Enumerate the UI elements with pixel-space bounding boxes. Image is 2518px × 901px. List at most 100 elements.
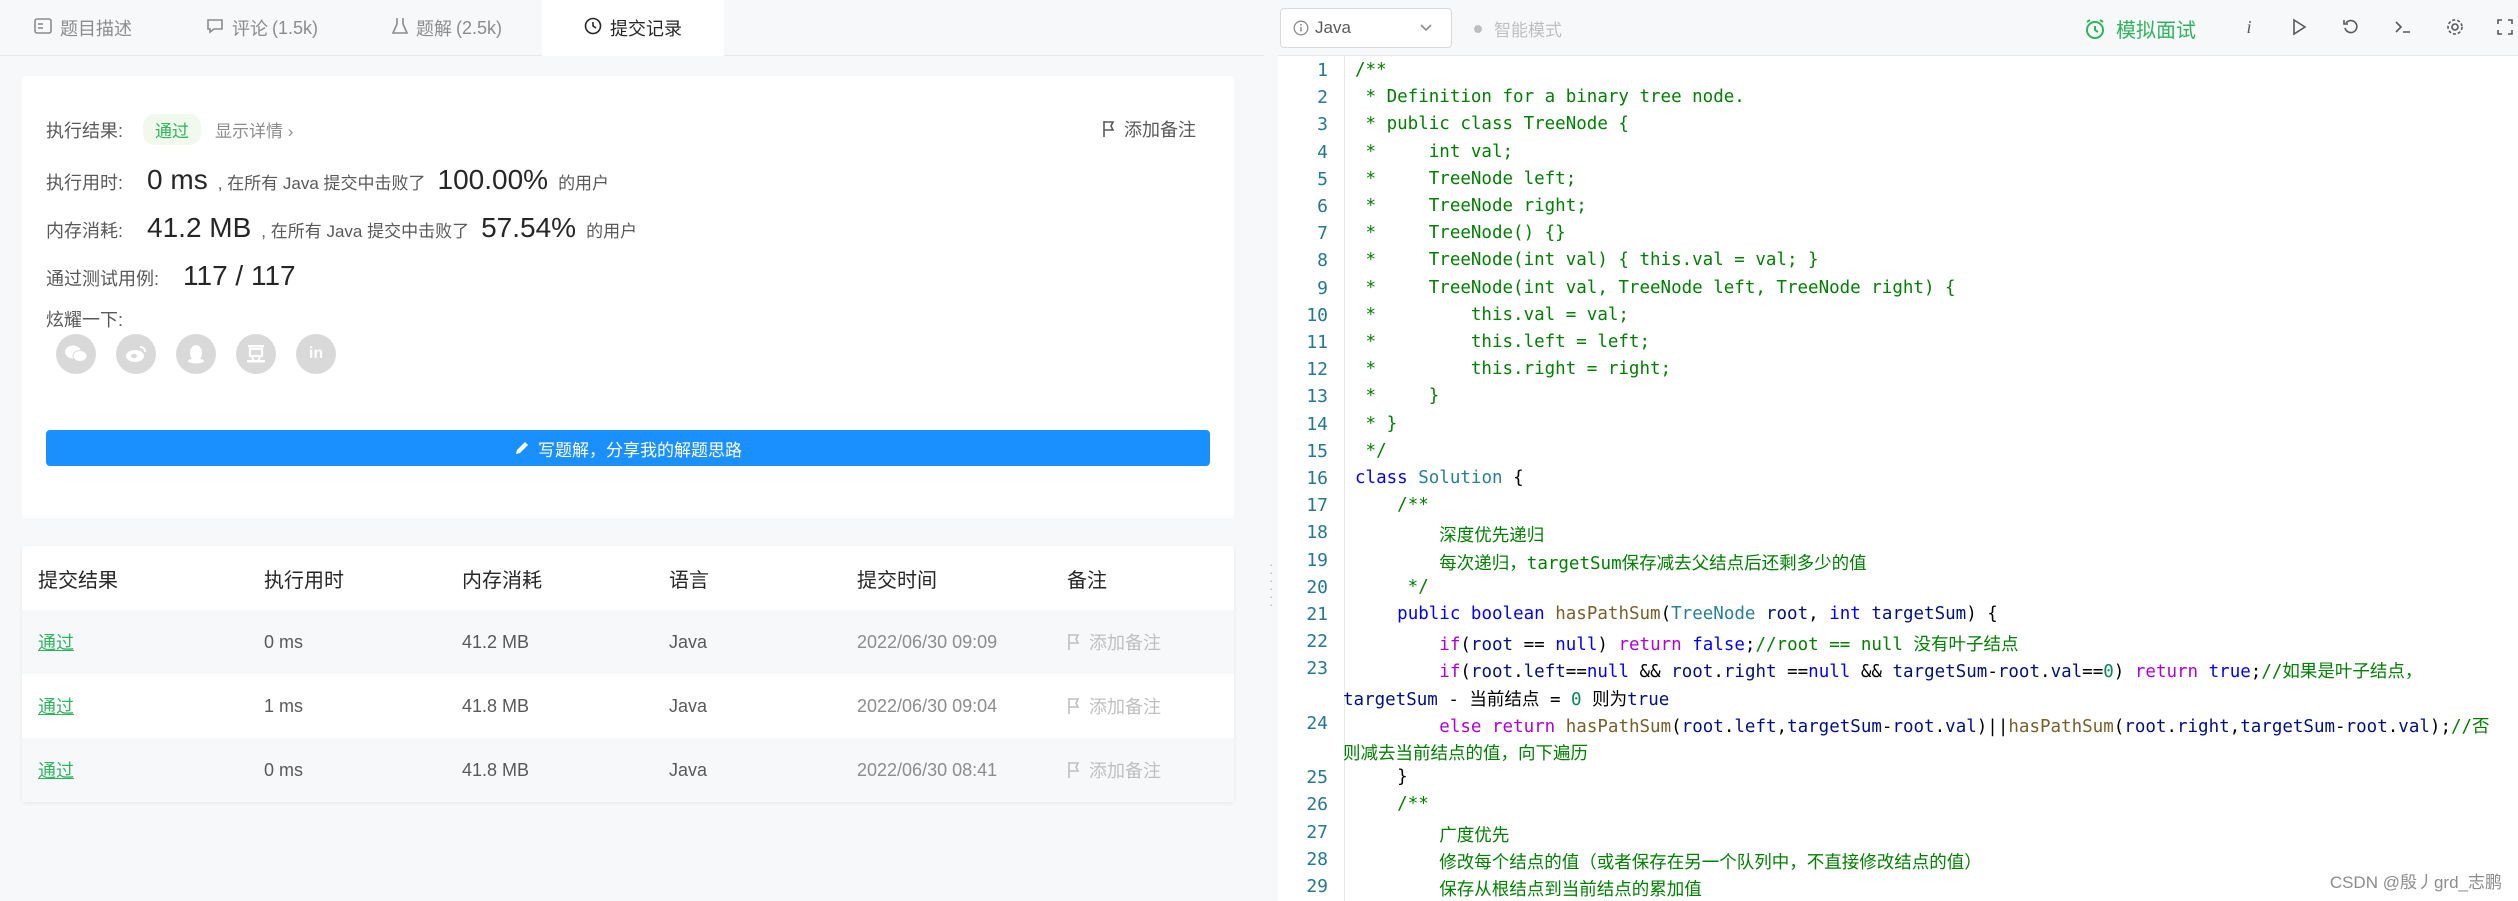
row-add-note-button[interactable]: 添加备注: [1067, 693, 1234, 719]
show-details-link[interactable]: 显示详情 ›: [215, 117, 293, 142]
row-runtime: 0 ms: [264, 759, 304, 780]
line-number: 10: [1306, 304, 1328, 326]
line-number: 3: [1317, 114, 1328, 136]
write-solution-button[interactable]: 写题解，分享我的解题思路: [46, 430, 1210, 466]
tab-solutions[interactable]: 题解 (2.5k): [358, 0, 542, 56]
status-row: 执行结果: 通过 显示详情 ›: [46, 114, 293, 145]
smart-mode-toggle[interactable]: 智能模式: [1474, 16, 1562, 41]
flag-icon: [1068, 698, 1080, 714]
code-line: * TreeNode(int val, TreeNode left, TreeN…: [1355, 277, 1956, 298]
table-row: 通过 0 ms 41.2 MB Java 2022/06/30 09:09 添加…: [22, 610, 1234, 674]
runtime-text: , 在所有 Java 提交中击败了: [217, 174, 426, 193]
line-number: 4: [1317, 141, 1328, 163]
weibo-icon[interactable]: [116, 334, 156, 374]
terminal-icon[interactable]: [2390, 14, 2416, 40]
line-number: 29: [1306, 876, 1328, 897]
editor-toolbar: Java 智能模式 模拟面试 i: [1278, 0, 2518, 56]
watermark: CSDN @殷丿grd_志鹏: [2329, 873, 2502, 892]
code-line: 深度优先递归: [1355, 526, 1545, 547]
runtime-value: 0 ms: [147, 164, 208, 195]
line-number: 26: [1306, 794, 1328, 816]
line-number: 21: [1306, 604, 1328, 625]
code-line: if(root.left==null && root.right ==null …: [1439, 662, 2423, 683]
row-runtime: 0 ms: [264, 631, 304, 652]
mock-interview-label: 模拟面试: [2116, 20, 2196, 42]
row-memory: 41.2 MB: [462, 631, 530, 652]
chevron-down-icon: [1419, 17, 1433, 40]
tests-label: 通过测试用例:: [46, 269, 160, 289]
line-number: 5: [1317, 168, 1328, 190]
qq-icon[interactable]: [176, 334, 216, 374]
info-italic-icon[interactable]: i: [2236, 14, 2262, 40]
table-row: 通过 1 ms 41.8 MB Java 2022/06/30 09:04 添加…: [22, 674, 1234, 738]
code-line: * this.right = right;: [1355, 359, 1672, 380]
status-label: 执行结果:: [46, 121, 124, 141]
line-number: 9: [1317, 277, 1328, 299]
row-language: Java: [669, 695, 708, 716]
tab-description[interactable]: 题目描述: [0, 0, 172, 56]
memory-text: , 在所有 Java 提交中击败了: [261, 222, 470, 241]
line-number: 19: [1306, 549, 1328, 571]
code-line: 保存从根结点到当前结点的累加值: [1355, 880, 1702, 900]
linkedin-icon[interactable]: in: [296, 334, 336, 374]
flag-icon: [1068, 634, 1080, 650]
row-runtime: 1 ms: [264, 695, 304, 716]
code-line: 修改每个结点的值（或者保存在另一个队列中，不直接修改结点的值）: [1355, 852, 1982, 873]
memory-suffix: 的用户: [586, 222, 638, 241]
wechat-icon[interactable]: [56, 334, 96, 374]
line-number: 15: [1306, 440, 1328, 462]
submission-result-link[interactable]: 通过: [38, 761, 74, 781]
fullscreen-icon[interactable]: [2492, 14, 2518, 40]
code-line: * public class TreeNode {: [1355, 114, 1629, 135]
reset-icon[interactable]: [2338, 14, 2364, 40]
add-note-label: 添加备注: [1124, 120, 1196, 140]
pane-splitter[interactable]: [1264, 0, 1278, 901]
code-line: * TreeNode() {}: [1355, 223, 1566, 244]
row-language: Java: [669, 759, 708, 780]
row-add-note-button[interactable]: 添加备注: [1067, 629, 1234, 655]
douban-icon[interactable]: [236, 334, 276, 374]
drag-handle-icon[interactable]: · · · · · ·: [1269, 557, 1274, 611]
line-number-gutter: 1 2 3 4 5 6 7 8 9 10 11 12 13 14 15 16 17 18 19 20 21 22 23 24 2…: [1278, 56, 1334, 901]
line-number: 17: [1306, 495, 1328, 517]
language-select[interactable]: Java: [1280, 8, 1452, 48]
row-memory: 41.8 MB: [462, 759, 530, 780]
memory-row: 内存消耗: 41.2 MB , 在所有 Java 提交中击败了 57.54% 的…: [46, 212, 637, 244]
line-number: 13: [1306, 386, 1328, 408]
add-note-label: 添加备注: [1089, 761, 1161, 781]
code-editor[interactable]: /** * Definition for a binary tree node.…: [1343, 56, 2518, 901]
flask-icon: [391, 17, 409, 40]
add-note-button[interactable]: 添加备注: [1102, 116, 1196, 142]
submission-result-link[interactable]: 通过: [38, 697, 74, 717]
line-number: 18: [1306, 522, 1328, 544]
header-language: 语言: [669, 569, 709, 592]
line-number: 20: [1306, 576, 1328, 598]
memory-value: 41.2 MB: [147, 212, 252, 243]
editor-pane: Java 智能模式 模拟面试 i 1 2 3 4 5 6 7 8 9 10 11 1: [1278, 0, 2518, 901]
code-line: /**: [1397, 495, 1429, 516]
runtime-percent: 100.00%: [437, 164, 549, 195]
tab-comments[interactable]: 评论 (1.5k): [172, 0, 358, 56]
code-line: targetSum - 当前结点 = 0 则为true: [1343, 689, 1670, 710]
row-memory: 41.8 MB: [462, 695, 530, 716]
header-memory: 内存消耗: [462, 569, 542, 592]
line-number: 14: [1306, 413, 1328, 435]
settings-gear-icon[interactable]: [2442, 14, 2468, 40]
line-number: 27: [1306, 821, 1328, 843]
mock-interview-button[interactable]: 模拟面试: [2084, 14, 2196, 43]
submission-result-link[interactable]: 通过: [38, 633, 74, 653]
line-number: 8: [1317, 250, 1328, 272]
share-icons: in: [56, 334, 336, 374]
line-number: 24: [1306, 712, 1328, 734]
code-line: * TreeNode right;: [1355, 196, 1587, 216]
run-icon[interactable]: [2286, 14, 2312, 40]
tab-submissions[interactable]: 提交记录: [542, 0, 725, 56]
smart-mode-label: 智能模式: [1494, 21, 1562, 40]
line-number: 23: [1306, 658, 1328, 680]
header-time: 提交时间: [857, 569, 937, 592]
info-icon: [1293, 20, 1309, 36]
code-line: public boolean hasPathSum(TreeNode root,…: [1397, 604, 1998, 624]
row-add-note-button[interactable]: 添加备注: [1067, 757, 1234, 783]
add-note-label: 添加备注: [1089, 697, 1161, 717]
runtime-row: 执行用时: 0 ms , 在所有 Java 提交中击败了 100.00% 的用户: [46, 164, 609, 196]
